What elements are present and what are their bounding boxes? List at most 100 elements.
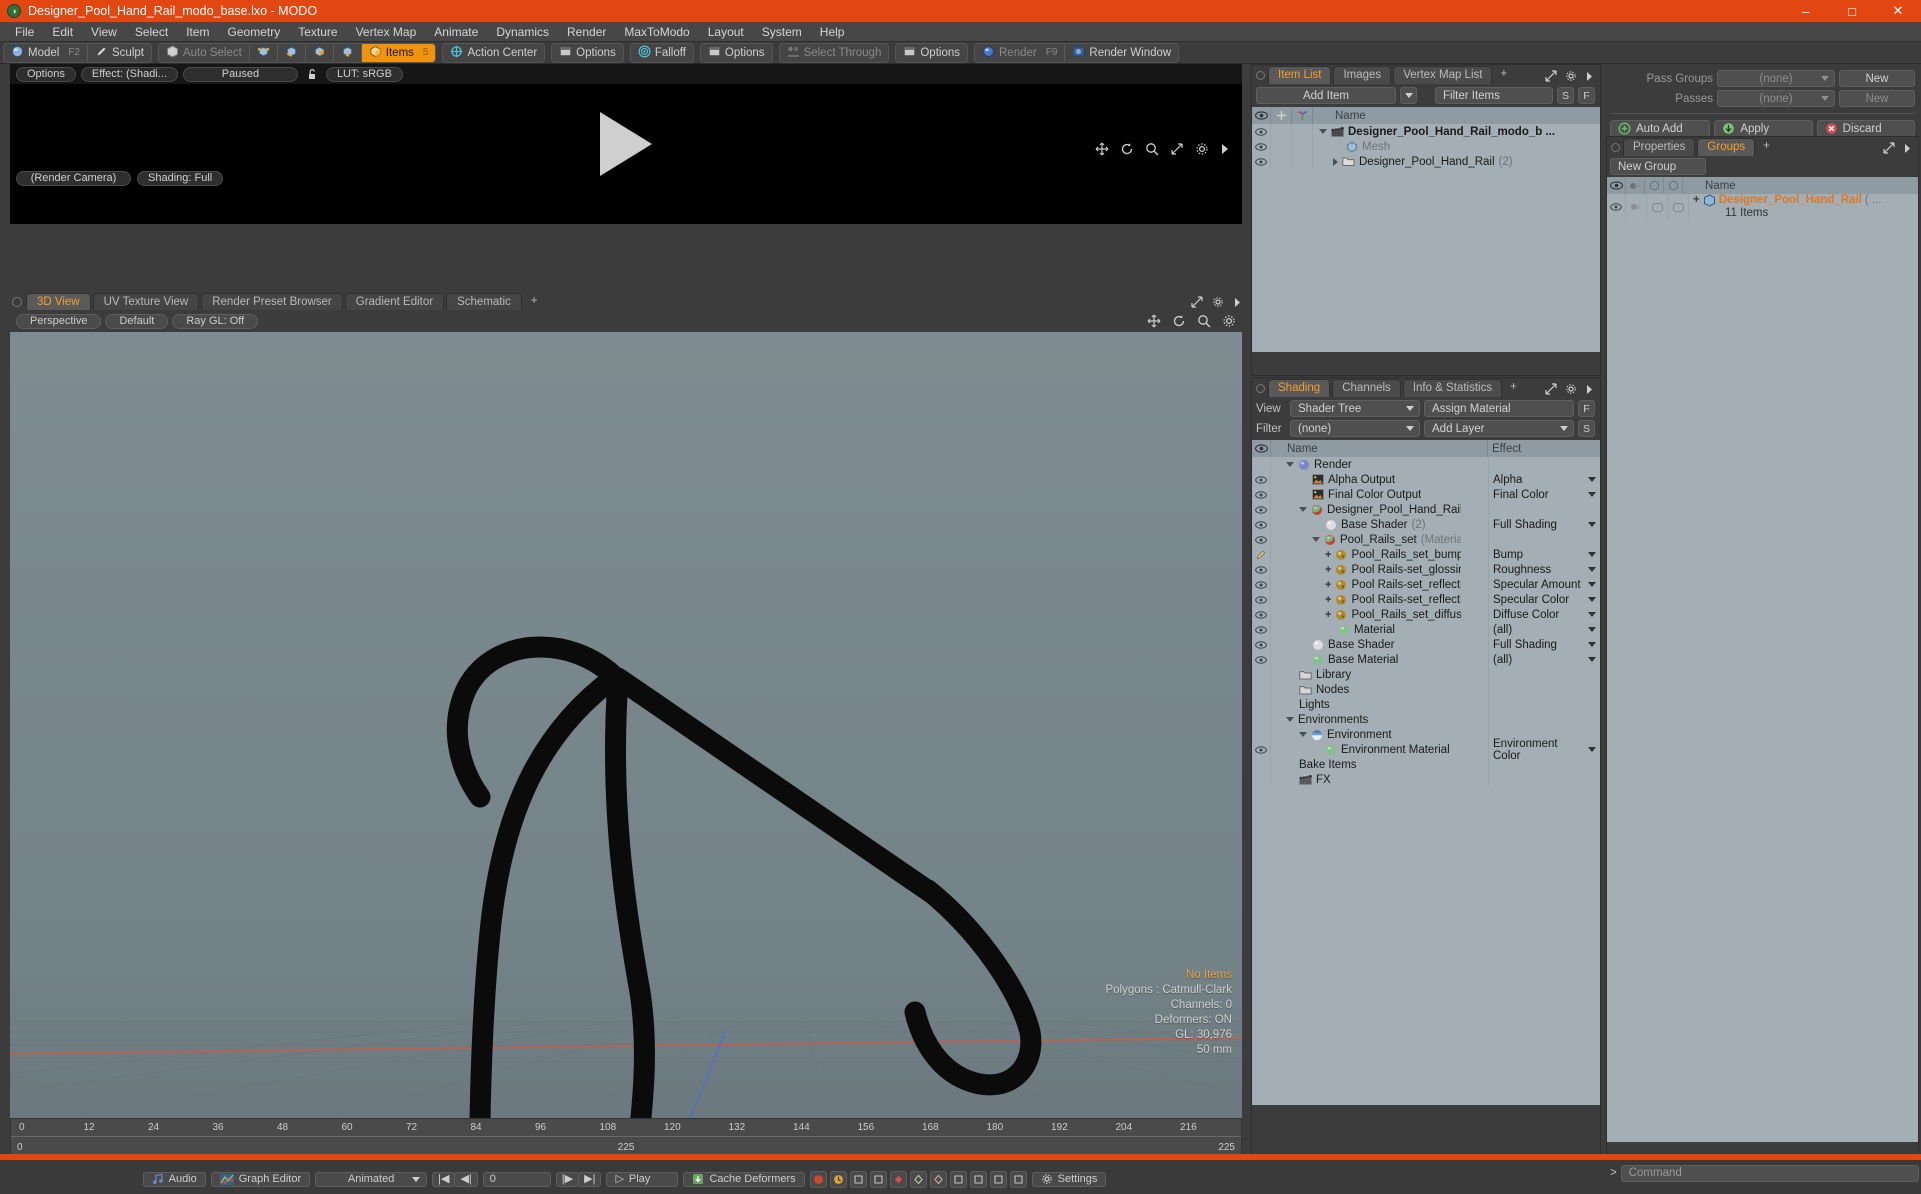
tab-uv-texture-view[interactable]: UV Texture View: [92, 293, 200, 310]
shading-row[interactable]: Base Shader (2) Full Shading: [1252, 517, 1600, 532]
tab-images[interactable]: Images: [1333, 66, 1392, 84]
shading-effect-cell[interactable]: Roughness: [1488, 562, 1600, 577]
menu-item-render[interactable]: Render: [558, 22, 615, 42]
shading-row[interactable]: Base Material (all): [1252, 652, 1600, 667]
eye-toggle[interactable]: [1252, 607, 1271, 622]
maximize-icon[interactable]: [1883, 142, 1895, 154]
eye-toggle[interactable]: [1252, 532, 1271, 547]
gear-icon[interactable]: [1195, 142, 1209, 156]
chevron-down-icon[interactable]: [1588, 627, 1596, 632]
axis-cell[interactable]: [1292, 154, 1313, 169]
chevron-down-icon[interactable]: [1588, 492, 1596, 497]
toolbar-button-polygon-icon[interactable]: [306, 44, 333, 62]
eye-toggle[interactable]: [1252, 592, 1271, 607]
expand-plus-icon[interactable]: +: [1693, 194, 1700, 207]
maximize-icon[interactable]: [1191, 296, 1203, 308]
shading-effect-cell[interactable]: [1488, 757, 1600, 772]
passes-new-button[interactable]: New: [1839, 90, 1915, 107]
passes-dropdown[interactable]: (none): [1717, 90, 1835, 107]
record-icon[interactable]: [809, 1170, 827, 1188]
chevron-right-icon[interactable]: [1220, 143, 1230, 155]
eye-toggle[interactable]: [1252, 487, 1271, 502]
graph-editor-button[interactable]: Graph Editor: [210, 1171, 311, 1187]
toolbar-button-vertex-icon[interactable]: [250, 44, 277, 62]
twisty-down-icon[interactable]: [1286, 462, 1294, 467]
gear-icon[interactable]: [1222, 314, 1236, 328]
lock-cell[interactable]: [1271, 154, 1292, 169]
key-filter-icon[interactable]: [1009, 1170, 1027, 1188]
maximize-icon[interactable]: [1545, 383, 1557, 395]
auto-key-icon[interactable]: [989, 1170, 1007, 1188]
render-camera-dropdown[interactable]: (Render Camera): [16, 170, 131, 186]
toolbar-button-material-icon[interactable]: [334, 44, 361, 62]
chevron-down-icon[interactable]: [1588, 642, 1596, 647]
skip-start-icon[interactable]: |◀: [432, 1171, 456, 1187]
tab-render-preset-browser[interactable]: Render Preset Browser: [201, 293, 343, 310]
eye-toggle[interactable]: [1252, 124, 1271, 139]
pan-icon[interactable]: [1095, 142, 1109, 156]
shading-effect-cell[interactable]: [1488, 697, 1600, 712]
shading-effect-cell[interactable]: [1488, 772, 1600, 787]
axis-cell[interactable]: [1292, 139, 1313, 154]
eye-toggle[interactable]: [1252, 742, 1271, 757]
shading-row[interactable]: + Pool Rails-set_glossine ... Roughness: [1252, 562, 1600, 577]
item-list-row[interactable]: Designer_Pool_Hand_Rail (2): [1252, 154, 1600, 169]
shading-row[interactable]: Final Color Output Final Color: [1252, 487, 1600, 502]
discard-button[interactable]: Discard: [1816, 120, 1915, 137]
shading-f-button[interactable]: F: [1578, 400, 1595, 417]
gear-icon[interactable]: [1565, 383, 1577, 395]
shader-tree-dropdown[interactable]: Shader Tree: [1290, 400, 1420, 417]
toolbar-button-render-window[interactable]: Render Window: [1065, 44, 1178, 62]
shading-effect-cell[interactable]: [1488, 712, 1600, 727]
tab--[interactable]: +: [1504, 379, 1523, 397]
menu-item-edit[interactable]: Edit: [43, 22, 82, 42]
menu-item-texture[interactable]: Texture: [289, 22, 346, 42]
timeline-ruler[interactable]: 0 12 24 36 48 60 72 84 96 108 120 132 144 156 168 180 19…: [11, 1119, 1241, 1139]
key-icon[interactable]: [889, 1170, 907, 1188]
tab--[interactable]: +: [1494, 66, 1513, 84]
chevron-right-icon[interactable]: [1903, 143, 1912, 154]
eye-toggle[interactable]: [1252, 517, 1271, 532]
menu-item-item[interactable]: Item: [177, 22, 218, 42]
chevron-down-icon[interactable]: [1588, 582, 1596, 587]
shading-effect-cell[interactable]: Alpha: [1488, 472, 1600, 487]
tab-shading[interactable]: Shading: [1268, 379, 1331, 397]
viewport-raygl-toggle[interactable]: Ray GL: Off: [172, 313, 259, 329]
shading-effect-cell[interactable]: Diffuse Color: [1488, 607, 1600, 622]
shading-row[interactable]: Base Shader Full Shading: [1252, 637, 1600, 652]
expand-plus-icon[interactable]: +: [1325, 609, 1331, 621]
pass-groups-new-button[interactable]: New: [1839, 70, 1915, 87]
menu-item-dynamics[interactable]: Dynamics: [487, 22, 558, 42]
twisty-down-icon[interactable]: [1299, 507, 1307, 512]
eye-toggle[interactable]: [1252, 577, 1271, 592]
skip-end-icon[interactable]: ▶|: [578, 1171, 602, 1187]
twisty-down-icon[interactable]: [1312, 537, 1320, 542]
gear-icon[interactable]: [1565, 70, 1577, 82]
chevron-right-icon[interactable]: [1585, 71, 1594, 82]
toolbar-button-action-center[interactable]: Action Center: [443, 44, 544, 62]
shading-row[interactable]: Material (all): [1252, 622, 1600, 637]
toolbar-button-falloff[interactable]: Falloff: [631, 44, 693, 62]
shading-row[interactable]: Nodes: [1252, 682, 1600, 697]
shading-effect-cell[interactable]: (all): [1488, 652, 1600, 667]
eye-toggle[interactable]: [1252, 652, 1271, 667]
render-visibility-toggle[interactable]: [1626, 194, 1647, 220]
eye-toggle[interactable]: [1252, 547, 1271, 562]
new-group-button[interactable]: New Group: [1610, 158, 1706, 175]
assign-material-button[interactable]: Assign Material: [1424, 400, 1574, 417]
shading-effect-cell[interactable]: Final Color: [1488, 487, 1600, 502]
menu-item-view[interactable]: View: [82, 22, 126, 42]
toolbar-button-select-through[interactable]: Select Through: [780, 44, 889, 62]
shading-row[interactable]: FX: [1252, 772, 1600, 787]
camera-visibility-toggle[interactable]: [1668, 194, 1689, 220]
eye-toggle[interactable]: [1252, 697, 1271, 712]
eye-toggle[interactable]: [1607, 194, 1626, 220]
shading-row[interactable]: Lights: [1252, 697, 1600, 712]
toolbar-button-items[interactable]: Items 5: [361, 43, 436, 62]
shading-effect-cell[interactable]: (all): [1488, 622, 1600, 637]
shading-filter-dropdown[interactable]: (none): [1290, 420, 1420, 437]
shading-effect-cell[interactable]: Full Shading: [1488, 517, 1600, 532]
clock-icon[interactable]: [829, 1170, 847, 1188]
toolbar-button-options[interactable]: Options: [552, 44, 623, 62]
panel-menu-dot-icon[interactable]: [1611, 143, 1620, 152]
